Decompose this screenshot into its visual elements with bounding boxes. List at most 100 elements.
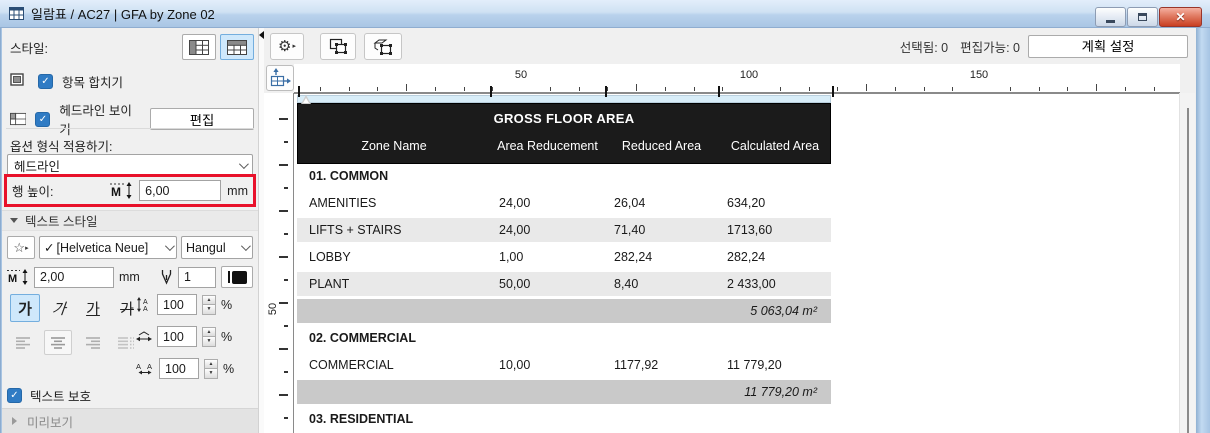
- table-column-header[interactable]: Reduced Area: [605, 132, 718, 163]
- table-selection-strip[interactable]: [297, 95, 831, 104]
- options-sidebar: 스타일: ✓ 항목 합치기 ✓ 헤드라인 보이기 편집 옵션 형식 적용하기: …: [2, 28, 258, 433]
- vertical-ruler[interactable]: 50: [264, 93, 293, 433]
- table-cell[interactable]: 1713,60: [717, 223, 831, 237]
- preview-section-header[interactable]: 미리보기: [2, 408, 258, 433]
- line-spacing-stepper[interactable]: ▲ ▼: [202, 294, 216, 315]
- table-title[interactable]: GROSS FLOOR AREA: [298, 104, 830, 132]
- table-cell[interactable]: LIFTS + STAIRS: [297, 223, 489, 237]
- table-subtotal-row[interactable]: 11 779,20 m²: [297, 380, 831, 407]
- column-boundary-tick[interactable]: [718, 86, 720, 97]
- restore-button[interactable]: [1127, 7, 1158, 27]
- italic-button[interactable]: 가: [43, 294, 76, 322]
- select-items-button[interactable]: [320, 32, 356, 60]
- table-cell[interactable]: 26,04: [604, 196, 717, 210]
- table-cell[interactable]: 11 779,20: [717, 358, 831, 372]
- table-row[interactable]: LOBBY 1,00 282,24 282,24: [297, 245, 831, 272]
- ruler-tick: [578, 87, 580, 91]
- table-group-header[interactable]: 03. RESIDENTIAL: [297, 407, 831, 433]
- column-boundary-tick[interactable]: [298, 86, 300, 97]
- bold-button[interactable]: 가: [10, 294, 40, 322]
- table-cell[interactable]: 1177,92: [604, 358, 717, 372]
- table-cell[interactable]: COMMERCIAL: [297, 358, 489, 372]
- align-left-button[interactable]: [10, 330, 38, 355]
- table-cell[interactable]: 8,40: [604, 277, 717, 291]
- width-factor-input[interactable]: 100: [157, 326, 197, 347]
- ruler-tick: [284, 187, 288, 189]
- headline-show-checkbox[interactable]: ✓: [35, 111, 51, 127]
- width-factor-stepper[interactable]: ▲ ▼: [202, 326, 216, 347]
- align-justify-icon: [118, 336, 134, 349]
- column-boundary-tick[interactable]: [832, 86, 834, 97]
- merge-items-checkbox[interactable]: ✓: [38, 74, 53, 89]
- line-spacing-input[interactable]: 100: [157, 294, 197, 315]
- vertical-scrollbar[interactable]: [1179, 93, 1195, 433]
- favorite-style-button[interactable]: ☆ ▸: [7, 236, 35, 259]
- text-style-section-header[interactable]: 텍스트 스타일: [2, 210, 258, 231]
- table-column-header[interactable]: Area Reducement: [490, 132, 605, 163]
- table-row[interactable]: PLANT 50,00 8,40 2 433,00: [297, 272, 831, 299]
- settings-menu-button[interactable]: ⚙ ▸: [270, 32, 304, 60]
- schedule-canvas[interactable]: GROSS FLOOR AREA Zone Name Area Reducemen…: [293, 93, 1179, 433]
- table-cell[interactable]: 10,00: [489, 358, 604, 372]
- table-cell[interactable]: 71,40: [604, 223, 717, 237]
- table-cell[interactable]: AMENITIES: [297, 196, 489, 210]
- table-cell[interactable]: 24,00: [489, 223, 604, 237]
- table-cell[interactable]: 2 433,00: [717, 277, 831, 291]
- table-cell[interactable]: 282,24: [604, 250, 717, 264]
- pen-number-input[interactable]: 1: [178, 266, 216, 288]
- column-boundary-tick[interactable]: [490, 86, 492, 97]
- pen-color-button[interactable]: [221, 266, 253, 288]
- column-boundary-tick[interactable]: [605, 86, 607, 97]
- edit-button[interactable]: 편집: [150, 108, 254, 130]
- table-cell[interactable]: 282,24: [717, 250, 831, 264]
- minimize-button[interactable]: [1095, 7, 1126, 27]
- table-subtotal-row[interactable]: 5 063,04 m²: [297, 299, 831, 326]
- align-center-button[interactable]: [44, 330, 72, 355]
- letter-spacing-icon: AA: [136, 362, 152, 375]
- table-row[interactable]: AMENITIES 24,00 26,04 634,20: [297, 191, 831, 218]
- table-group-header[interactable]: 01. COMMON: [297, 164, 831, 191]
- table-row[interactable]: LIFTS + STAIRS 24,00 71,40 1713,60: [297, 218, 831, 245]
- row-height-input[interactable]: 6,00: [139, 180, 222, 201]
- table-cell[interactable]: 24,00: [489, 196, 604, 210]
- format-target-select[interactable]: 헤드라인: [7, 154, 253, 176]
- schedule-table[interactable]: GROSS FLOOR AREA Zone Name Area Reducemen…: [297, 95, 831, 433]
- horizontal-ruler[interactable]: 50 100 150: [294, 64, 1180, 97]
- table-group-header[interactable]: 02. COMMERCIAL: [297, 326, 831, 353]
- table-cell[interactable]: 50,00: [489, 277, 604, 291]
- align-right-button[interactable]: [78, 330, 106, 355]
- underline-button[interactable]: 가: [78, 294, 108, 322]
- scrollbar-thumb[interactable]: [1187, 108, 1189, 433]
- table-cell[interactable]: 634,20: [717, 196, 831, 210]
- font-select[interactable]: ✓ [Helvetica Neue]: [39, 236, 177, 259]
- table-row[interactable]: COMMERCIAL 10,00 1177,92 11 779,20: [297, 353, 831, 380]
- table-column-header[interactable]: Calculated Area: [718, 132, 832, 163]
- row-marker-icon[interactable]: [301, 95, 311, 104]
- ruler-tick: [636, 84, 637, 91]
- letter-spacing-stepper[interactable]: ▲ ▼: [204, 358, 218, 379]
- table-header[interactable]: GROSS FLOOR AREA Zone Name Area Reducemen…: [297, 103, 831, 164]
- section-collapse-icon: [10, 218, 18, 223]
- font-size-input[interactable]: 2,00: [34, 266, 114, 288]
- table-style-1-icon: [189, 39, 209, 55]
- main-area: ⚙ ▸ 선택됨: 0 편집가능: 0 계획 설정 50 100 150 50 G…: [264, 28, 1196, 433]
- ruler-tick: [693, 87, 695, 91]
- script-select[interactable]: Hangul: [181, 236, 253, 259]
- plan-settings-button[interactable]: 계획 설정: [1028, 34, 1188, 58]
- autofit-columns-button[interactable]: [266, 65, 294, 91]
- svg-text:A: A: [147, 362, 152, 371]
- select-in-model-button[interactable]: [364, 32, 402, 60]
- text-protect-checkbox[interactable]: ✓: [7, 388, 22, 403]
- table-cell[interactable]: PLANT: [297, 277, 489, 291]
- row-height-icon: M: [110, 182, 132, 199]
- close-button[interactable]: ✕: [1159, 7, 1202, 27]
- table-cell[interactable]: LOBBY: [297, 250, 489, 264]
- table-column-header[interactable]: Zone Name: [298, 132, 490, 163]
- selected-count: 선택됨: 0: [899, 40, 949, 55]
- schedule-toolbar: ⚙ ▸ 선택됨: 0 편집가능: 0 계획 설정: [264, 28, 1196, 64]
- style-option-2-button[interactable]: [220, 34, 254, 60]
- line-spacing-icon: AA: [137, 297, 148, 312]
- letter-spacing-input[interactable]: 100: [159, 358, 199, 379]
- table-cell[interactable]: 1,00: [489, 250, 604, 264]
- style-option-1-button[interactable]: [182, 34, 216, 60]
